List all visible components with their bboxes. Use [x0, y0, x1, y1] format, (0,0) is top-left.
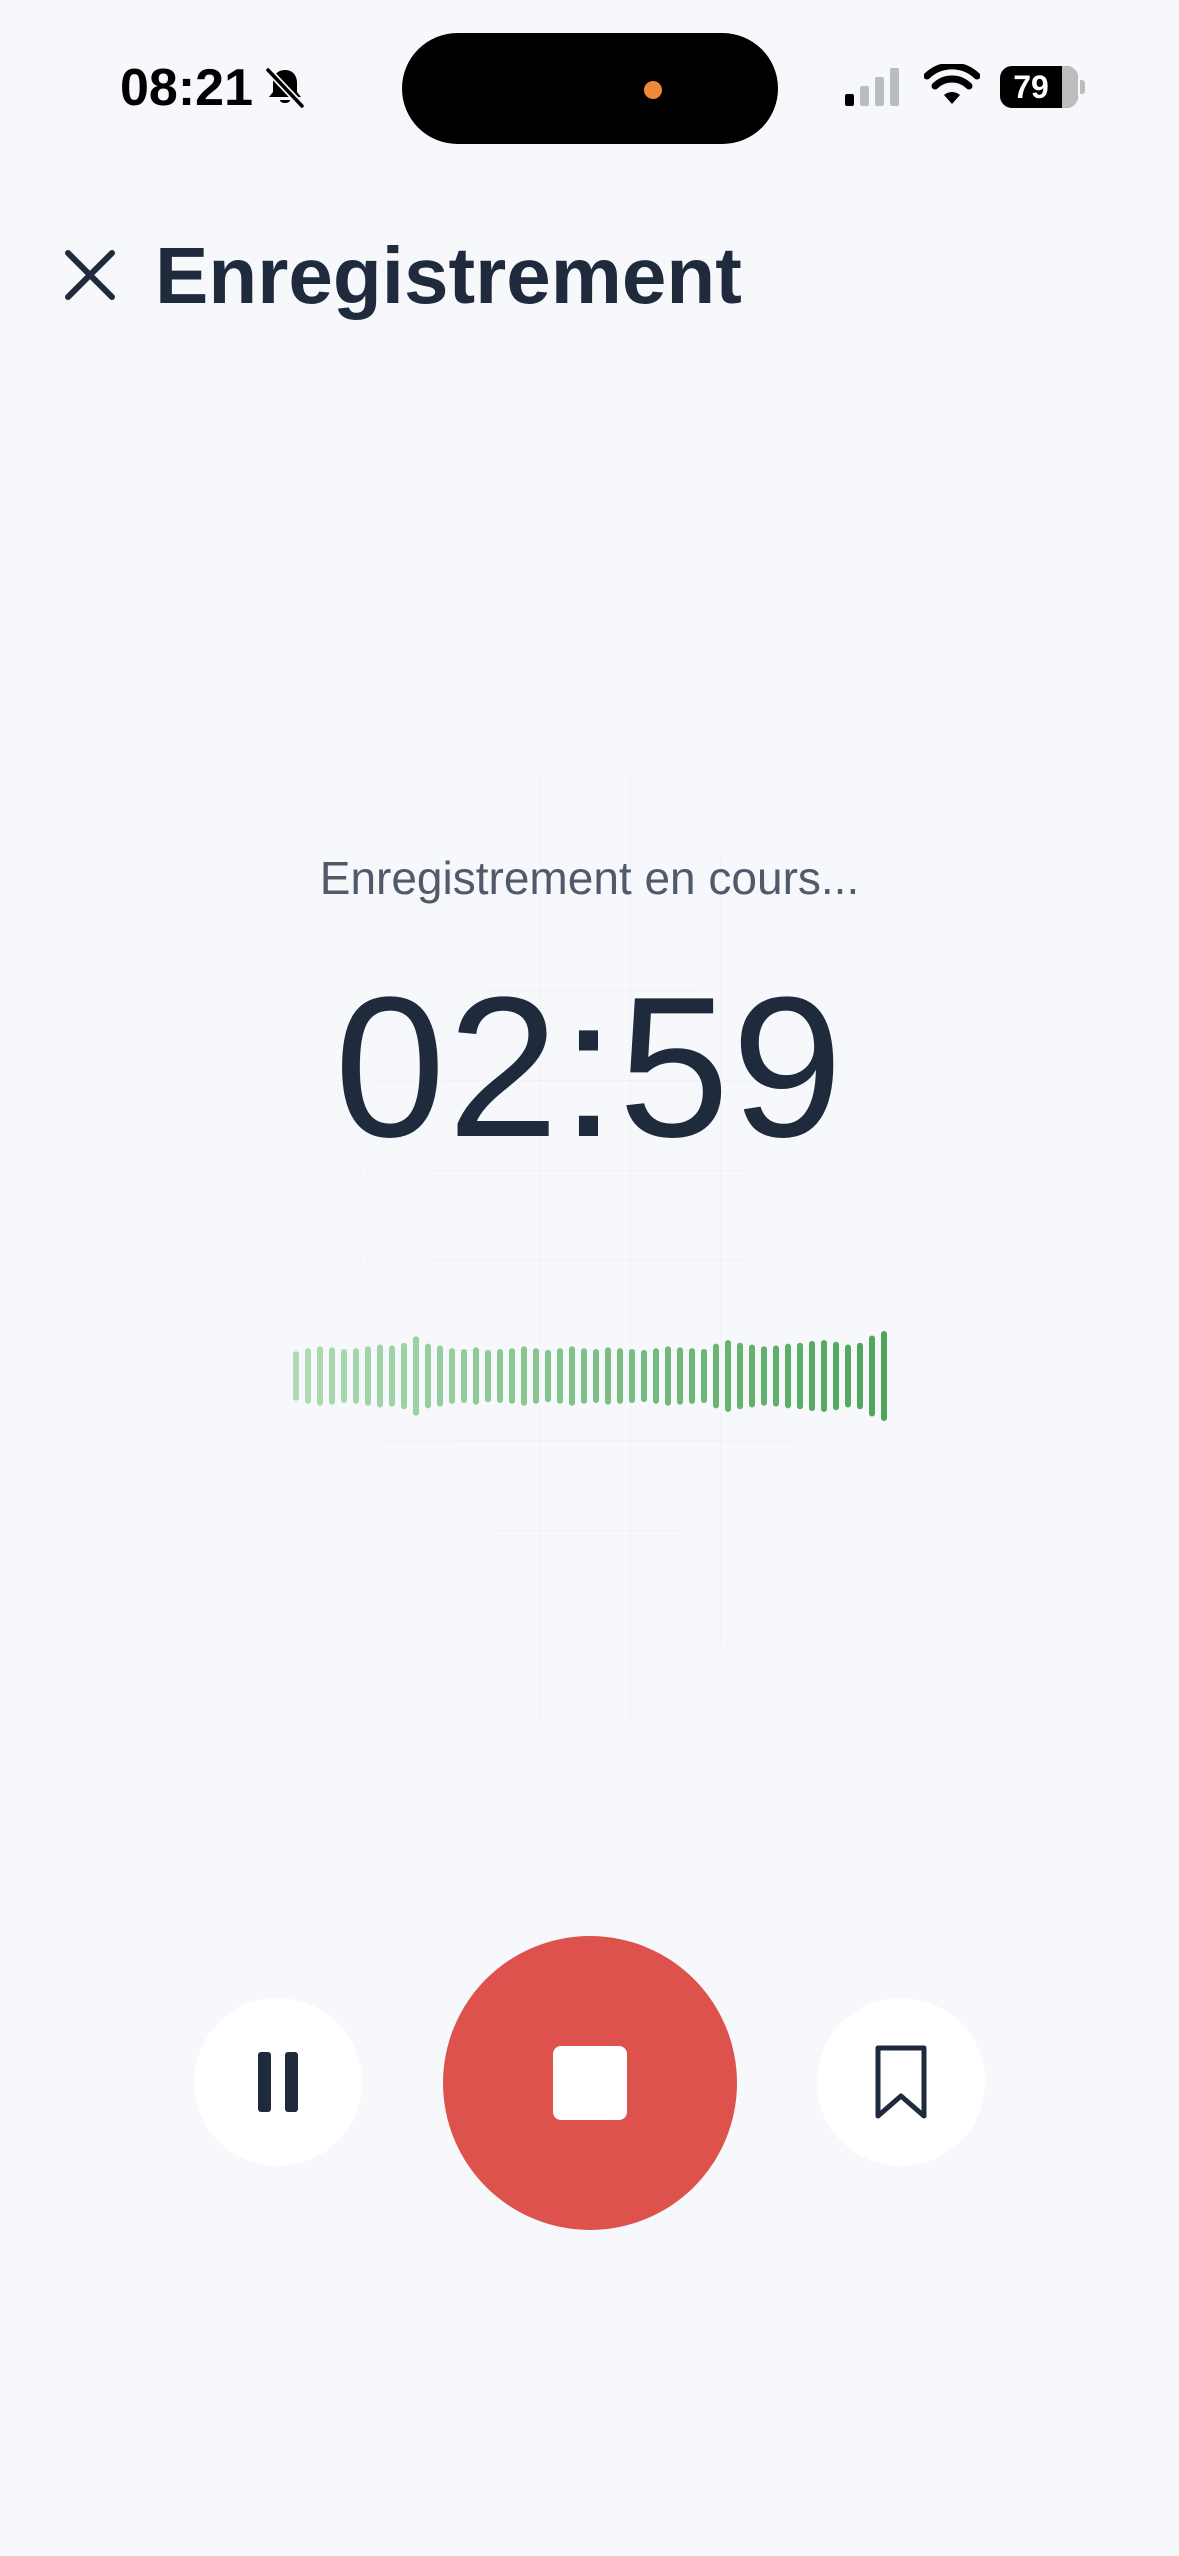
- waveform-bar: [497, 1349, 503, 1403]
- privacy-indicator-dot: [644, 81, 662, 99]
- battery-percent: 79: [1013, 69, 1049, 105]
- battery-cap: [1080, 80, 1085, 94]
- waveform-bar: [785, 1343, 791, 1409]
- stop-recording-button[interactable]: [443, 1936, 737, 2230]
- waveform-bar: [665, 1346, 671, 1406]
- audio-waveform: [293, 1331, 887, 1421]
- waveform-bar: [797, 1342, 803, 1410]
- waveform-bar: [605, 1347, 611, 1405]
- waveform-bar: [617, 1348, 623, 1404]
- pause-icon: [258, 2052, 298, 2112]
- waveform-bar: [353, 1348, 359, 1404]
- waveform-bar: [485, 1349, 491, 1403]
- dynamic-island: [402, 33, 778, 144]
- waveform-bar: [473, 1347, 479, 1405]
- waveform-bar: [533, 1348, 539, 1404]
- waveform-bar: [773, 1345, 779, 1407]
- status-time: 08:21: [120, 59, 253, 117]
- waveform-bar: [545, 1349, 551, 1403]
- page-title: Enregistrement: [155, 231, 742, 320]
- close-icon: [65, 250, 115, 300]
- waveform-bar: [809, 1340, 815, 1412]
- battery-icon: 79: [1000, 66, 1078, 108]
- waveform-bar: [869, 1335, 875, 1417]
- waveform-bar: [329, 1347, 335, 1405]
- waveform-bar: [629, 1349, 635, 1403]
- waveform-bar: [749, 1344, 755, 1408]
- recording-status-text: Enregistrement en cours...: [319, 852, 860, 904]
- battery-empty-portion: [1061, 66, 1078, 108]
- wifi-icon: [924, 64, 980, 104]
- waveform-bar: [449, 1348, 455, 1404]
- waveform-bar: [677, 1347, 683, 1405]
- close-button[interactable]: [50, 235, 130, 315]
- waveform-bar: [713, 1343, 719, 1409]
- waveform-bar: [845, 1344, 851, 1408]
- waveform-bar: [377, 1344, 383, 1408]
- waveform-bar: [593, 1349, 599, 1403]
- waveform-bar: [857, 1342, 863, 1410]
- waveform-bar: [521, 1346, 527, 1406]
- cellular-signal-icon: [845, 68, 899, 106]
- waveform-bar: [881, 1331, 887, 1421]
- waveform-bar: [461, 1349, 467, 1403]
- waveform-bar: [425, 1343, 431, 1409]
- waveform-bar: [653, 1348, 659, 1404]
- waveform-bar: [641, 1349, 647, 1403]
- bookmark-icon: [875, 2045, 927, 2119]
- stop-icon: [553, 2046, 627, 2120]
- waveform-bar: [689, 1348, 695, 1404]
- waveform-bar: [701, 1349, 707, 1403]
- waveform-bar: [293, 1351, 299, 1401]
- waveform-bar: [821, 1340, 827, 1412]
- waveform-bar: [761, 1346, 767, 1406]
- waveform-bar: [737, 1342, 743, 1410]
- waveform-bar: [401, 1342, 407, 1410]
- waveform-bar: [725, 1340, 731, 1412]
- waveform-bar: [365, 1346, 371, 1406]
- waveform-bar: [413, 1336, 419, 1416]
- recording-timer: 02:59: [334, 956, 845, 1179]
- waveform-bar: [833, 1341, 839, 1411]
- bookmark-button[interactable]: [817, 1998, 985, 2166]
- waveform-bar: [569, 1346, 575, 1406]
- pause-button[interactable]: [194, 1998, 362, 2166]
- waveform-bar: [557, 1348, 563, 1404]
- waveform-bar: [317, 1346, 323, 1406]
- bell-slash-icon: [264, 66, 306, 110]
- waveform-bar: [437, 1345, 443, 1407]
- waveform-bar: [389, 1345, 395, 1407]
- waveform-bar: [581, 1348, 587, 1404]
- waveform-bar: [509, 1348, 515, 1404]
- waveform-bar: [341, 1349, 347, 1403]
- waveform-bar: [305, 1348, 311, 1404]
